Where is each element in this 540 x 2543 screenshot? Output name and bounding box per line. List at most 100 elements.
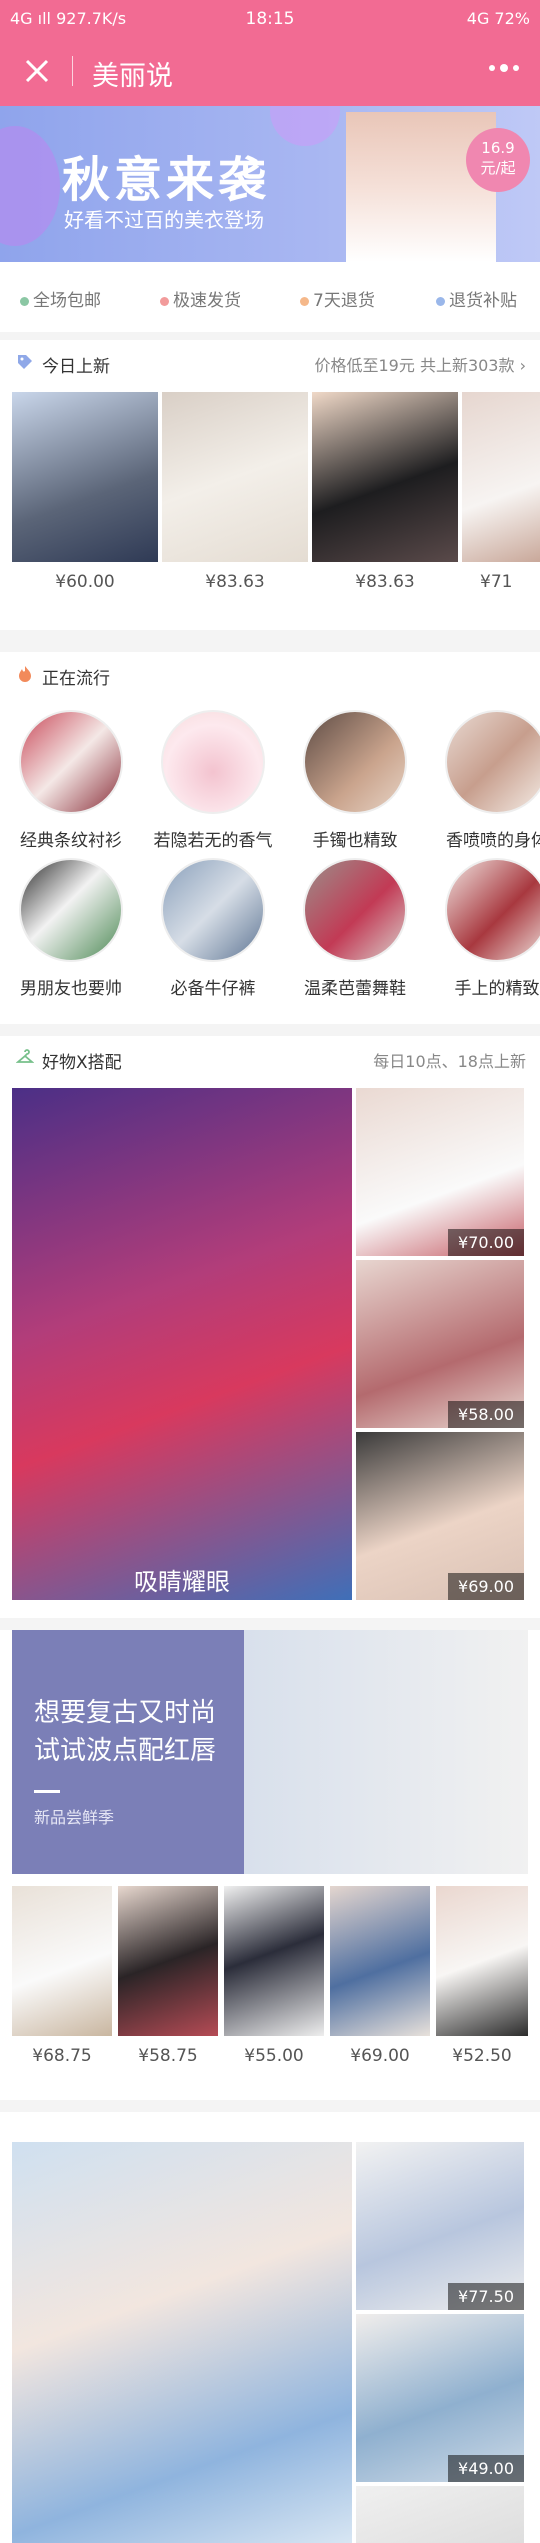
product-price: ¥83.63 [355,572,415,592]
promo-title: 想要复古又时尚 试试波点配红唇 [34,1698,217,1766]
product-card[interactable]: ¥52.50 [436,1886,528,2066]
section-meta: 价格低至19元 共上新303款 › [314,356,527,375]
clock: 18:15 [245,9,295,29]
product-card[interactable]: ¥69.00 [330,1886,430,2066]
trend-image [303,710,407,814]
product-price: ¥58.75 [138,2046,198,2066]
trend-item[interactable]: 男朋友也要帅 [6,858,136,999]
dot-icon [160,296,169,306]
trend-image [161,858,265,962]
outfit-hero-caption: 吸睛耀眼 [134,1568,230,1596]
section-header[interactable]: 今日上新 价格低至19元 共上新303款 › [0,340,540,384]
outfit-hero-image[interactable] [12,2142,352,2543]
hanger-icon [16,1049,34,1063]
new-arrivals-section: 今日上新 价格低至19元 共上新303款 › ¥60.00 ¥83.63 ¥83… [0,340,540,630]
trend-item[interactable]: 必备牛仔裤 [148,858,278,999]
banner-subtitle: 好看不过百的美衣登场 [64,208,264,232]
banner-decoration [0,126,60,246]
trend-label: 必备牛仔裤 [170,979,256,999]
outfit-item[interactable]: ¥70.00 [356,1088,524,1256]
chevron-right-icon: › [519,356,526,375]
product-card[interactable]: ¥68.75 [12,1886,112,2066]
promo-divider [34,1790,60,1793]
more-menu-button[interactable] [486,56,522,84]
trend-label: 经典条纹衬衫 [20,831,122,851]
flame-icon [19,666,31,682]
product-card[interactable]: ¥55.00 [224,1886,324,2066]
feature-return-subsidy: 退货补贴 [436,286,517,311]
section-title: 正在流行 [42,669,110,689]
close-icon [25,59,49,83]
product-image [436,1886,528,2036]
outfit-item[interactable]: ¥69.00 [356,1432,524,1600]
item-price: ¥77.50 [448,2283,524,2310]
product-price: ¥83.63 [205,572,265,592]
product-image [118,1886,218,2036]
trend-label: 若隐若无的香气 [153,831,273,851]
product-price: ¥55.00 [244,2046,304,2066]
product-price: ¥68.75 [32,2046,92,2066]
product-price: ¥71 [480,572,513,592]
trend-image [445,710,540,814]
promo-subtitle: 新品尝鲜季 [34,1808,115,1827]
feature-fast-delivery: 极速发货 [160,286,241,311]
product-price: ¥52.50 [452,2046,512,2066]
trend-image [19,858,123,962]
product-card[interactable]: ¥58.75 [118,1886,218,2066]
item-price: ¥69.00 [448,1573,524,1600]
trend-item[interactable]: 香喷喷的身体 [432,710,540,851]
banner-price-badge: 16.9 元/起 [466,128,530,192]
product-card[interactable]: ¥60.00 [12,392,158,592]
outfit-hero-image[interactable]: 吸睛耀眼 [12,1088,352,1600]
trend-image [445,858,540,962]
trend-item[interactable]: 手镯也精致 [290,710,420,851]
product-image [330,1886,430,2036]
banner-model-image [346,112,496,262]
trend-item[interactable]: 若隐若无的香气 [148,710,278,851]
trend-image [19,710,123,814]
tag-icon [18,355,32,369]
product-image [312,392,458,562]
promo-banner-image[interactable]: 想要复古又时尚 试试波点配红唇 新品尝鲜季 [12,1630,528,1874]
item-price: ¥58.00 [448,1401,524,1428]
trend-item[interactable]: 经典条纹衬衫 [6,710,136,851]
nav-divider [72,56,73,86]
trend-item[interactable]: 温柔芭蕾舞鞋 [290,858,420,999]
close-button[interactable] [18,52,56,90]
top-nav-bar: 美丽说 [0,36,540,106]
section-header: 好物X搭配 每日10点、18点上新 [0,1036,540,1080]
trend-label: 手上的精致 [454,979,540,999]
promo-banner[interactable]: 秋意来袭 好看不过百的美衣登场 16.9 元/起 [0,106,540,262]
dot-icon [436,296,445,306]
service-features: 全场包邮 极速发货 7天退货 退货补贴 [0,262,540,332]
feature-7-day-return: 7天退货 [300,286,375,311]
product-price: ¥60.00 [55,572,115,592]
outfit-item[interactable]: ¥58.00 [356,1260,524,1428]
outfit-item[interactable]: ¥49.00 [356,2314,524,2482]
section-title: 今日上新 [42,357,110,377]
item-price: ¥70.00 [448,1229,524,1256]
trend-label: 香喷喷的身体 [446,831,540,851]
battery-status: 4G 72% [466,9,530,28]
feature-free-shipping: 全场包邮 [20,286,101,311]
outfit-item[interactable]: ¥77.50 [356,2142,524,2310]
product-card[interactable]: ¥83.63 [162,392,308,592]
product-image [162,392,308,562]
section-meta: 每日10点、18点上新 [373,1052,526,1071]
product-image [224,1886,324,2036]
trend-item[interactable]: 手上的精致 [432,858,540,999]
section-title: 好物X搭配 [42,1053,122,1073]
product-image [12,1886,112,2036]
trend-image [161,710,265,814]
dot-icon [300,296,309,306]
trend-label: 温柔芭蕾舞鞋 [304,979,406,999]
outfit-item[interactable] [356,2486,524,2543]
banner-price-unit: 元/起 [480,159,516,177]
promo-section: 想要复古又时尚 试试波点配红唇 新品尝鲜季 ¥68.75 ¥58.75 ¥55.… [0,1630,540,2100]
product-card[interactable]: ¥71 [462,392,540,592]
product-card[interactable]: ¥83.63 [312,392,458,592]
dot-icon [20,296,29,306]
trending-section: 正在流行 经典条纹衬衫 若隐若无的香气 手镯也精致 香喷喷的身体 男朋友也要帅 … [0,652,540,1024]
page-title: 美丽说 [92,61,173,92]
matching-section: 好物X搭配 每日10点、18点上新 吸睛耀眼 ¥70.00 ¥58.00 ¥69… [0,1036,540,1618]
